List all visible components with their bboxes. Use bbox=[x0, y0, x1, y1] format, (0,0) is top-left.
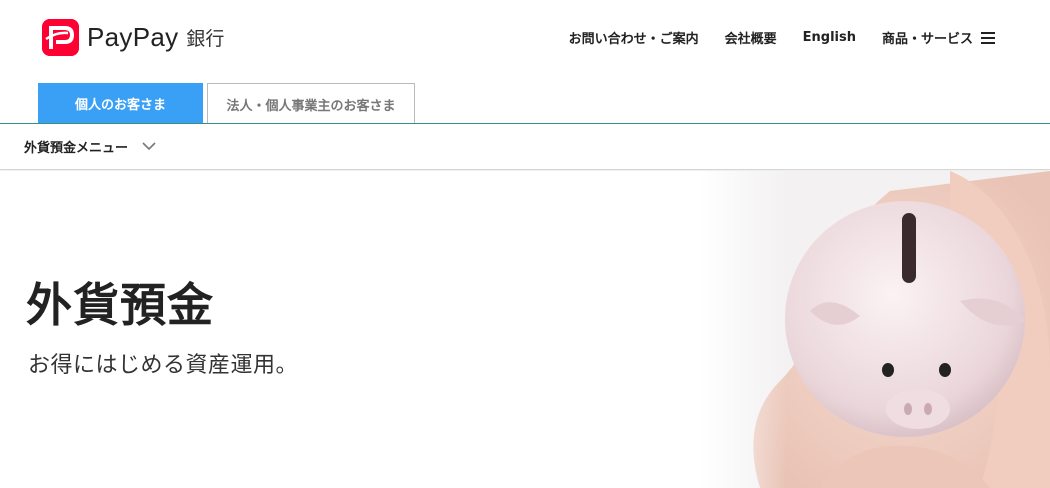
brand-sub: 銀行 bbox=[186, 28, 225, 50]
hero-subtitle: お得にはじめる資産運用。 bbox=[28, 353, 299, 378]
nav-contact-link[interactable]: お問い合わせ・ご案内 bbox=[569, 28, 699, 47]
sub-menu-bar: 外貨預金メニュー bbox=[0, 124, 1050, 170]
hamburger-menu-icon bbox=[981, 32, 995, 44]
foreign-deposit-menu-button[interactable]: 外貨預金メニュー bbox=[24, 137, 156, 156]
hero-title: 外貨預金 bbox=[26, 278, 214, 332]
site-header: PayPay 銀行 お問い合わせ・ご案内 会社概要 English 商品・サービ… bbox=[0, 0, 1050, 78]
paypay-logo-icon bbox=[42, 19, 79, 56]
chevron-down-icon bbox=[142, 142, 156, 151]
tab-business[interactable]: 法人・個人事業主のお客さま bbox=[207, 83, 415, 124]
top-nav: お問い合わせ・ご案内 会社概要 English 商品・サービス bbox=[569, 28, 995, 47]
nav-products-label: 商品・サービス bbox=[881, 32, 973, 47]
hero-section: 外貨預金 お得にはじめる資産運用。 bbox=[0, 171, 1050, 488]
nav-products-menu[interactable]: 商品・サービス bbox=[882, 28, 995, 47]
nav-company-link[interactable]: 会社概要 bbox=[725, 28, 777, 47]
nav-english-link[interactable]: English bbox=[803, 30, 856, 45]
paypay-bank-logo[interactable]: PayPay 銀行 bbox=[42, 19, 224, 56]
tab-individual[interactable]: 個人のお客さま bbox=[38, 83, 203, 124]
submenu-label: 外貨預金メニュー bbox=[24, 141, 129, 156]
brand-name: PayPay bbox=[87, 22, 179, 52]
piggy-bank-image bbox=[700, 171, 1050, 488]
customer-type-tabs: 個人のお客さま 法人・個人事業主のお客さま bbox=[38, 83, 415, 124]
